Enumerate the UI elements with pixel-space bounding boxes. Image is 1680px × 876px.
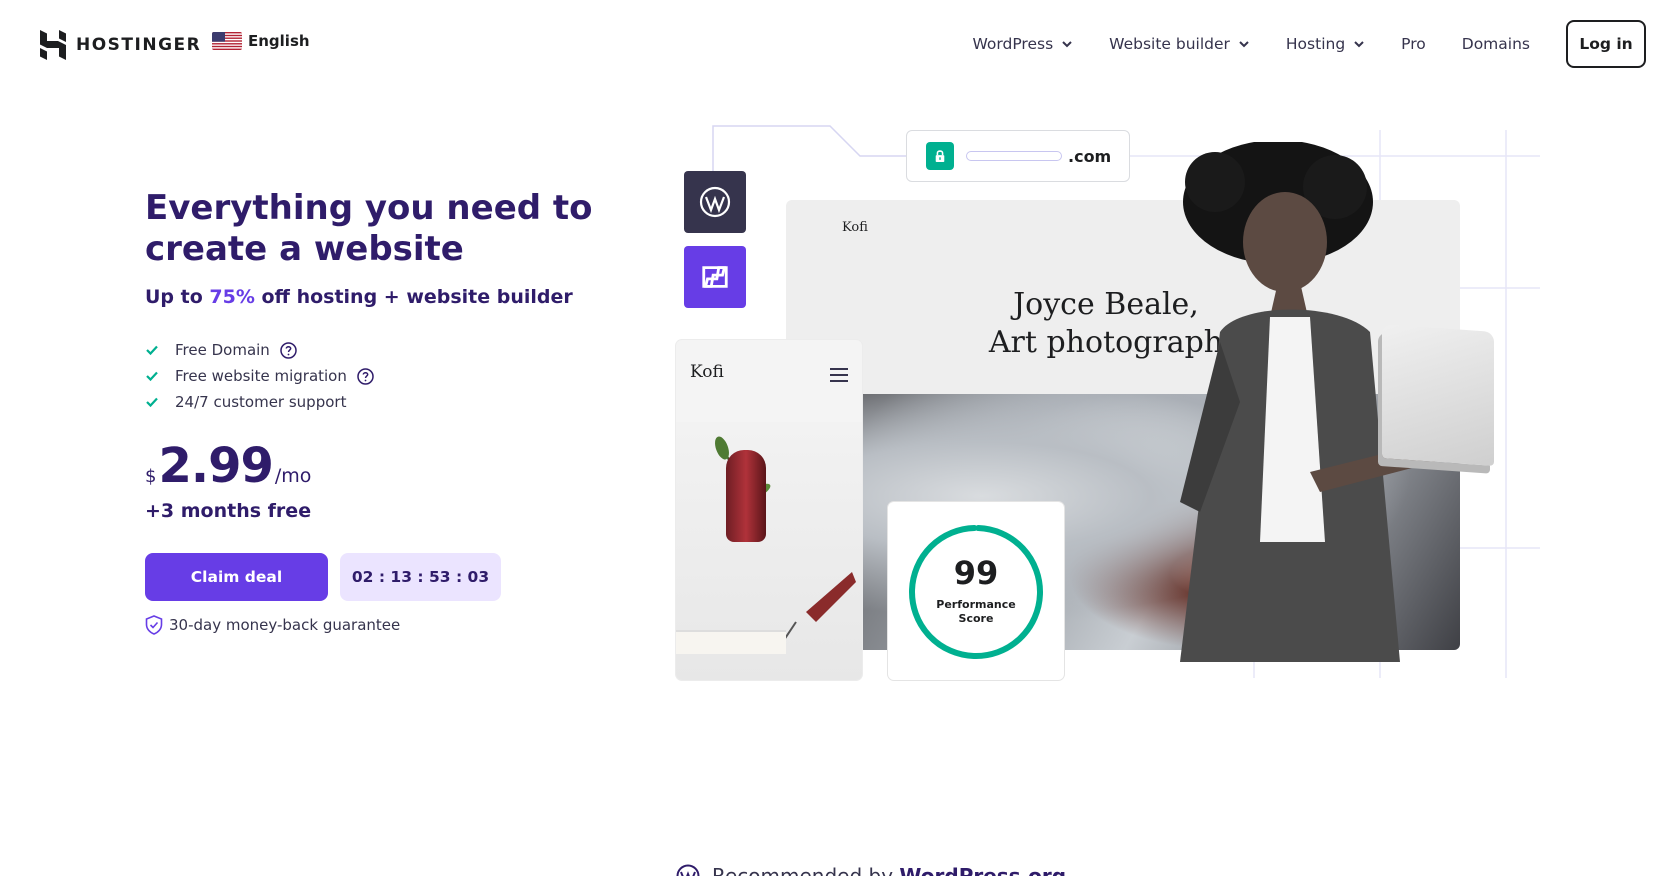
hostinger-logo-icon (40, 30, 66, 60)
feature-item: Free Domain (145, 337, 374, 363)
hostinger-logo[interactable]: HOSTINGER (40, 30, 201, 60)
wordpress-icon (699, 186, 731, 218)
wordpress-recommendation: Recommended by WordPress.org (676, 864, 1066, 876)
login-button[interactable]: Log in (1566, 20, 1646, 68)
hero-subtitle: Up to 75% off hosting + website builder (145, 286, 573, 308)
feature-list: Free Domain Free website migration 24/7 … (145, 337, 374, 415)
nav-item-website-builder[interactable]: Website builder (1109, 35, 1250, 53)
shield-check-icon (145, 615, 163, 635)
book-stack (676, 630, 786, 654)
domain-url-box: .com (906, 130, 1130, 182)
wordpress-icon (676, 864, 700, 876)
wordpress-org-link[interactable]: WordPress.org (899, 864, 1066, 876)
check-icon (146, 345, 158, 356)
nav-item-domains[interactable]: Domains (1462, 35, 1530, 53)
hostinger-builder-tile (684, 246, 746, 308)
check-icon (146, 371, 158, 382)
chevron-down-icon (1239, 41, 1249, 48)
url-suffix: .com (1068, 146, 1112, 166)
website-builder-icon (702, 266, 728, 288)
logo-text: HOSTINGER (76, 35, 202, 55)
lock-icon (926, 142, 954, 170)
performance-score: 99 (953, 554, 999, 592)
help-icon[interactable] (357, 367, 374, 385)
claim-deal-button[interactable]: Claim deal (145, 553, 328, 601)
red-vase (726, 450, 766, 542)
countdown-timer: 02 : 13 : 53 : 03 (340, 553, 501, 601)
price-period: /mo (274, 465, 312, 487)
check-icon (146, 397, 158, 408)
us-flag-icon (212, 32, 242, 50)
hero-title: Everything you need to create a website (145, 188, 593, 269)
bonus-text: +3 months free (145, 500, 312, 522)
performance-score-card: 99 Performance Score (888, 502, 1064, 680)
price-currency: $ (145, 466, 157, 487)
money-back-guarantee: 30-day money-back guarantee (145, 615, 400, 635)
language-selector[interactable]: English (212, 32, 310, 50)
url-placeholder-bar (966, 151, 1062, 161)
wordpress-tile (684, 171, 746, 233)
price: $ 2.99 /mo (145, 438, 311, 494)
discount-percent: 75% (209, 286, 255, 308)
mobile-brand: Kofi (690, 362, 724, 382)
performance-ring (909, 525, 1043, 659)
language-label: English (248, 32, 310, 50)
hero-illustration: .com Kofi Joyce Beale, Art photograph Ko… (660, 118, 1560, 688)
mobile-preview-card: Kofi (676, 340, 862, 680)
site-header: HOSTINGER English WordPress Website buil… (0, 0, 1680, 88)
site-brand: Kofi (842, 220, 868, 235)
help-icon[interactable] (280, 341, 297, 359)
chevron-down-icon (1354, 41, 1364, 48)
performance-ring-arc (909, 525, 1043, 659)
price-amount: 2.99 (158, 438, 273, 494)
main-nav: WordPress Website builder Hosting Pro Do… (937, 0, 1530, 88)
chevron-down-icon (1062, 41, 1072, 48)
nav-item-pro[interactable]: Pro (1401, 35, 1426, 53)
feature-item: Free website migration (145, 363, 374, 389)
hamburger-menu-icon (830, 368, 848, 386)
feature-item: 24/7 customer support (145, 389, 374, 415)
nav-item-wordpress[interactable]: WordPress (973, 35, 1074, 53)
nav-item-hosting[interactable]: Hosting (1286, 35, 1365, 53)
laptop-image (1382, 324, 1494, 466)
performance-label: Performance Score (936, 598, 1016, 625)
